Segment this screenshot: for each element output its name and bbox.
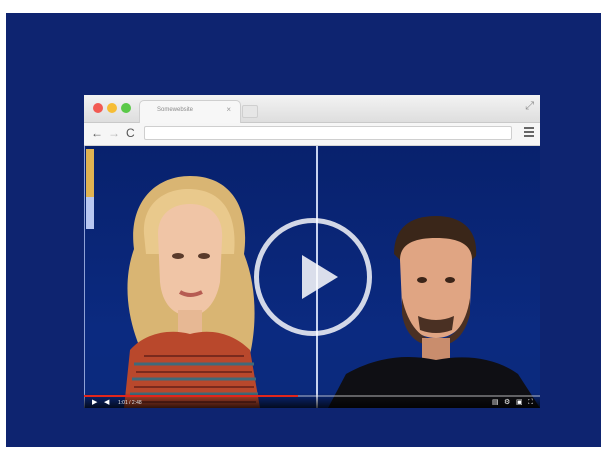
tab-title: Somewebsite (157, 107, 194, 113)
minimize-window-button[interactable] (107, 103, 117, 113)
close-window-button[interactable] (93, 103, 103, 113)
settings-icon[interactable]: ⚙ (504, 399, 510, 407)
progress-bar-fill (84, 395, 299, 397)
play-small-icon[interactable]: ▶ (92, 399, 97, 407)
browser-toolbar: ← → C (84, 123, 540, 146)
video-controls-bar: ▶ ◀ 1:01 / 2:48 ▤ ⚙ ▣ ⛶ (84, 393, 540, 408)
back-arrow-icon[interactable]: ← (91, 126, 103, 140)
play-icon (302, 255, 338, 299)
play-button[interactable] (254, 218, 372, 336)
captions-icon[interactable]: ▤ (492, 399, 499, 407)
menu-icon[interactable] (524, 127, 534, 137)
reload-icon[interactable]: C (126, 126, 135, 140)
fullscreen-icon[interactable]: ⛶ (528, 399, 533, 407)
browser-tab[interactable]: Somewebsite × (139, 100, 241, 123)
forward-arrow-icon[interactable]: → (108, 126, 120, 140)
time-display: 1:01 / 2:48 (118, 400, 142, 406)
expand-icon[interactable]: ⤢ (525, 100, 534, 113)
browser-titlebar: Somewebsite × ⤢ (84, 95, 540, 123)
slide-background: Somewebsite × ⤢ ← → C ▶ ◀ 1:01 / 2:48 ▤ … (6, 13, 601, 447)
progress-bar[interactable] (84, 395, 540, 397)
maximize-window-button[interactable] (121, 103, 131, 113)
miniplayer-icon[interactable]: ▣ (516, 399, 523, 407)
new-tab-button[interactable] (242, 105, 258, 118)
video-player[interactable]: ▶ ◀ 1:01 / 2:48 ▤ ⚙ ▣ ⛶ (84, 146, 540, 408)
volume-icon[interactable]: ◀ (104, 399, 109, 407)
address-bar[interactable] (144, 126, 512, 140)
close-icon[interactable]: × (226, 105, 231, 114)
browser-window: Somewebsite × ⤢ ← → C ▶ ◀ 1:01 / 2:48 ▤ … (84, 95, 540, 408)
